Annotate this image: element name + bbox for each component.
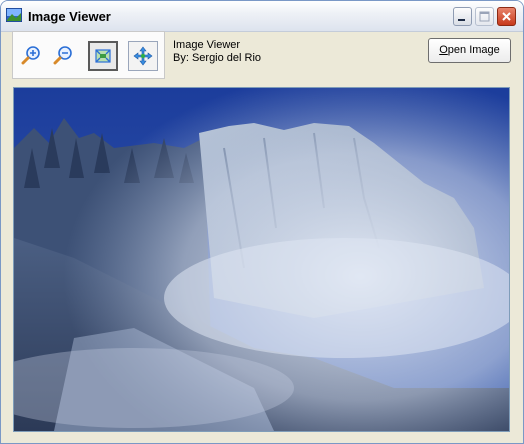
open-image-button[interactable]: Open Image: [428, 38, 511, 63]
close-button[interactable]: [497, 7, 516, 26]
app-icon: [6, 8, 22, 22]
fit-to-window-button[interactable]: [88, 41, 118, 71]
open-image-accesskey: O: [439, 44, 448, 56]
info-author: By: Sergio del Rio: [173, 52, 262, 64]
minimize-button[interactable]: [453, 7, 472, 26]
maximize-button[interactable]: [475, 7, 494, 26]
title-bar[interactable]: Image Viewer: [1, 1, 523, 32]
maximize-icon: [479, 11, 490, 22]
displayed-image: [14, 88, 509, 431]
app-window: Image Viewer Image Viewer By: Sergio del…: [0, 0, 524, 444]
zoom-out-icon: [53, 46, 72, 65]
info-title: Image Viewer: [173, 39, 241, 51]
minimize-icon: [458, 19, 465, 21]
image-display[interactable]: [13, 87, 510, 432]
close-icon: [502, 12, 511, 21]
pan-button[interactable]: [128, 41, 158, 71]
fit-to-window-icon: [95, 49, 111, 63]
toolbar: [12, 31, 165, 79]
window-title: Image Viewer: [28, 9, 111, 24]
zoom-in-button[interactable]: [17, 40, 47, 70]
zoom-in-icon: [21, 46, 40, 65]
pan-move-icon: [133, 46, 153, 66]
image-info: Image Viewer By: Sergio del Rio: [173, 39, 261, 65]
zoom-out-button[interactable]: [49, 40, 79, 70]
open-image-label: pen Image: [447, 44, 500, 56]
